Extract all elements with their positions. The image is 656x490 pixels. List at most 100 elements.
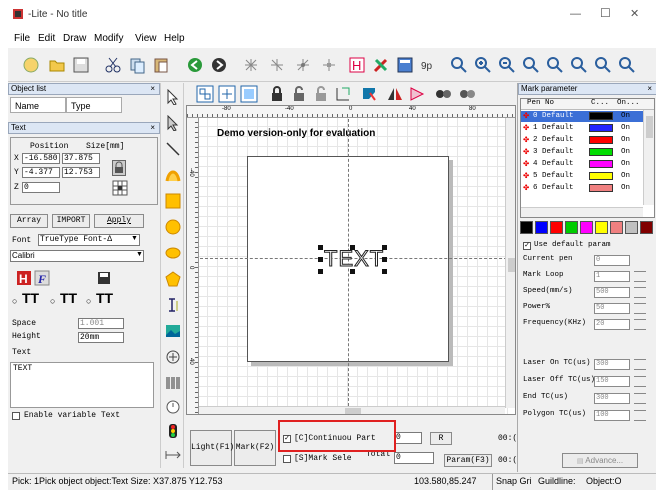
pen-swatch[interactable] (550, 221, 563, 234)
alignment-radio-1-icon[interactable]: ○ (12, 296, 17, 306)
new-icon[interactable] (20, 54, 42, 76)
text-tool-icon[interactable] (163, 295, 183, 315)
on-column-header[interactable]: On... (617, 99, 640, 107)
param-spinner-icon[interactable] (634, 319, 646, 330)
lock-icon[interactable] (266, 83, 288, 105)
guide-snap-icon[interactable] (266, 54, 288, 76)
zoom-out-icon[interactable] (496, 54, 518, 76)
zoom-page-icon[interactable] (568, 54, 590, 76)
pen-row[interactable]: ✤ 1 Default On (521, 123, 643, 134)
bold-hatch-icon[interactable]: H (16, 270, 32, 286)
pen-on-status[interactable]: On (621, 147, 630, 157)
pen-on-status[interactable]: On (621, 183, 630, 193)
pen-color-swatch[interactable] (589, 184, 613, 192)
pen-list-hscrollbar[interactable] (521, 207, 643, 217)
import-button[interactable]: IMPORT (52, 214, 90, 228)
pen-swatch[interactable] (535, 221, 548, 234)
param-spinner-icon[interactable] (634, 359, 646, 370)
fill-icon[interactable] (432, 83, 454, 105)
space-input[interactable]: 1.001 (78, 318, 124, 329)
pen-row[interactable]: ✤ 6 Default On (521, 183, 643, 194)
ellipse-tool-icon[interactable] (163, 243, 183, 263)
selection-handle[interactable] (318, 269, 323, 274)
reverse-icon[interactable] (332, 83, 354, 105)
param-spinner-icon[interactable] (634, 376, 646, 387)
param-input[interactable]: 150 (594, 376, 630, 387)
enable-variable-checkbox[interactable] (12, 412, 20, 420)
maximize-button[interactable]: ☐ (600, 6, 611, 20)
selection-handle[interactable] (382, 269, 387, 274)
zoom-all-icon[interactable] (520, 54, 542, 76)
param-input[interactable]: 500 (594, 287, 630, 298)
copy-icon[interactable] (126, 54, 148, 76)
outline-icon[interactable] (456, 83, 478, 105)
selection-handle[interactable] (350, 245, 355, 250)
zoom-object-icon[interactable] (592, 54, 614, 76)
align-spacing-icon[interactable]: TT (60, 290, 77, 306)
guideline-toggle[interactable]: Guildline: (538, 476, 576, 486)
pen-on-status[interactable]: On (621, 111, 630, 121)
ungroup-icon[interactable] (216, 83, 238, 105)
extend-axis-tool-icon[interactable] (163, 445, 183, 465)
point-snap-icon[interactable] (318, 54, 340, 76)
parameters-icon[interactable] (394, 54, 416, 76)
mirror-icon[interactable] (384, 83, 406, 105)
advance-button[interactable]: ▤ Advance... (562, 453, 638, 468)
menu-view[interactable]: View (135, 33, 157, 44)
combine-icon[interactable] (238, 83, 260, 105)
param-input[interactable]: 1 (594, 271, 630, 282)
z-position-input[interactable]: 0 (22, 182, 60, 193)
mark-parameter-close-icon[interactable]: × (647, 84, 652, 94)
param-input[interactable]: 300 (594, 393, 630, 404)
reset-r-button[interactable]: R (430, 432, 452, 445)
param-spinner-icon[interactable] (634, 303, 646, 314)
drawing-canvas[interactable]: -80 -40 0 40 80 -40 0 40 Demo version-on… (186, 105, 516, 415)
line-tool-icon[interactable] (163, 139, 183, 159)
pen-color-swatch[interactable] (589, 148, 613, 156)
bitmap-tool-icon[interactable] (163, 321, 183, 341)
align-fixed-icon[interactable]: TT (96, 290, 113, 306)
menu-help[interactable]: Help (164, 33, 185, 44)
text-content-textarea[interactable]: TEXT (10, 362, 154, 408)
barcode-icon[interactable]: 9p (418, 54, 440, 76)
selection-handle[interactable] (318, 245, 323, 250)
selection-handle[interactable] (382, 245, 387, 250)
pen-swatch[interactable] (610, 221, 623, 234)
pen-on-status[interactable]: On (621, 135, 630, 145)
param-spinner-icon[interactable] (634, 393, 646, 404)
pen-row[interactable]: ✤ 2 Default On (521, 135, 643, 146)
pen-row[interactable]: ✤ 0 Default On (521, 111, 643, 122)
curve-convert-icon[interactable] (358, 83, 380, 105)
param-spinner-icon[interactable] (634, 287, 646, 298)
vertical-scroll-thumb[interactable] (508, 258, 515, 272)
param-input[interactable]: 20 (594, 319, 630, 330)
array-button[interactable]: Array (10, 214, 48, 228)
color-column-header[interactable]: C... (591, 99, 609, 107)
font-type-chevron-down-icon[interactable]: ▼ (131, 235, 138, 242)
font-type-select[interactable]: TrueType Font-Δ (38, 234, 140, 246)
pen-swatch[interactable] (595, 221, 608, 234)
pen-list-scroll-thumb[interactable] (646, 116, 653, 138)
menu-file[interactable]: File (14, 33, 30, 44)
menu-draw[interactable]: Draw (63, 33, 86, 44)
selection-handle[interactable] (350, 269, 355, 274)
rectangle-tool-icon[interactable] (163, 191, 183, 211)
unlock-all-icon[interactable] (310, 83, 332, 105)
grid-snap-icon[interactable] (240, 54, 262, 76)
close-button[interactable]: ✕ (630, 7, 639, 20)
unlock-icon[interactable] (288, 83, 310, 105)
selected-text-object[interactable]: TEXT (318, 245, 387, 274)
pen-row[interactable]: ✤ 3 Default On (521, 147, 643, 158)
open-folder-icon[interactable] (46, 54, 68, 76)
pen-row[interactable]: ✤ 5 Default On (521, 171, 643, 182)
node-edit-icon[interactable] (163, 113, 183, 133)
vertical-scrollbar[interactable] (505, 118, 515, 408)
selection-handle[interactable] (382, 257, 387, 262)
text-panel-close-icon[interactable]: × (150, 123, 155, 133)
param-spinner-icon[interactable] (634, 410, 646, 421)
column-header-type[interactable]: Type (66, 97, 122, 113)
height-input[interactable]: 20mm (78, 332, 124, 343)
pen-color-swatch[interactable] (589, 112, 613, 120)
align-auto-icon[interactable]: TT (22, 290, 39, 306)
param-input[interactable]: 50 (594, 303, 630, 314)
